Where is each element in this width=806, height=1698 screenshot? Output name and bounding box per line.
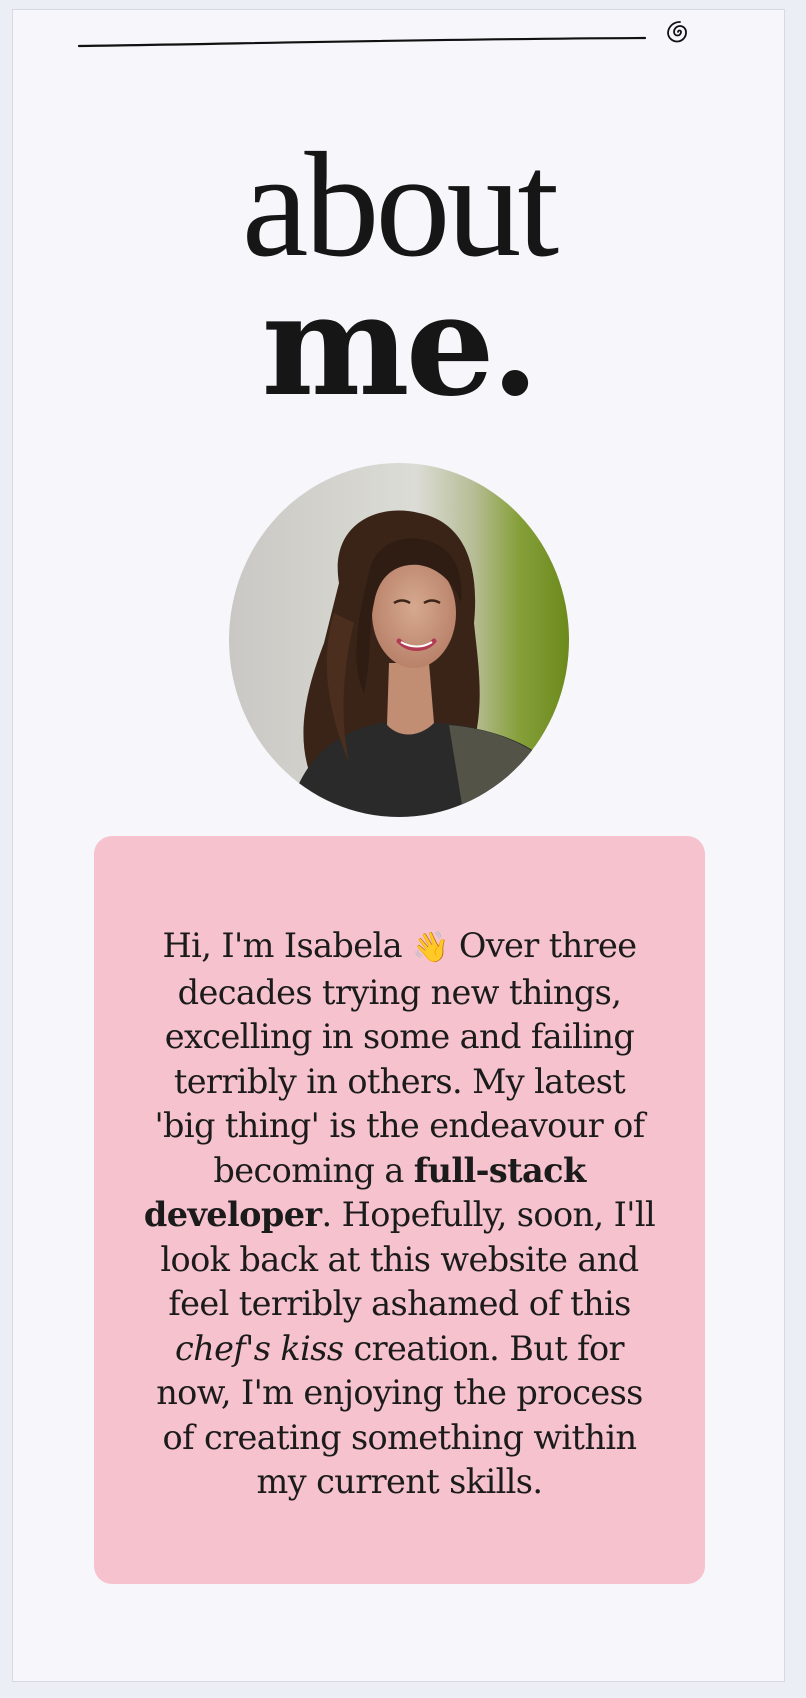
portrait-photo: [229, 463, 569, 817]
bio-intro: Hi, I'm Isabela: [162, 926, 413, 965]
page-container: about me. Hi, I'm Isabela 👋 Over three d…: [12, 9, 785, 1682]
page-title-line-me: me.: [261, 264, 540, 428]
bio-text: Hi, I'm Isabela 👋 Over three decades try…: [140, 924, 659, 1505]
portrait-image: [229, 463, 569, 817]
bio-italic-highlight: chef's kiss: [175, 1328, 344, 1368]
header-divider-line: [77, 36, 647, 48]
waving-hand-icon: 👋: [412, 930, 449, 965]
spiral-icon[interactable]: [663, 16, 695, 48]
page-title: about me.: [13, 122, 784, 428]
page-title-line-about: about: [241, 122, 559, 288]
bio-card: Hi, I'm Isabela 👋 Over three decades try…: [94, 836, 705, 1584]
